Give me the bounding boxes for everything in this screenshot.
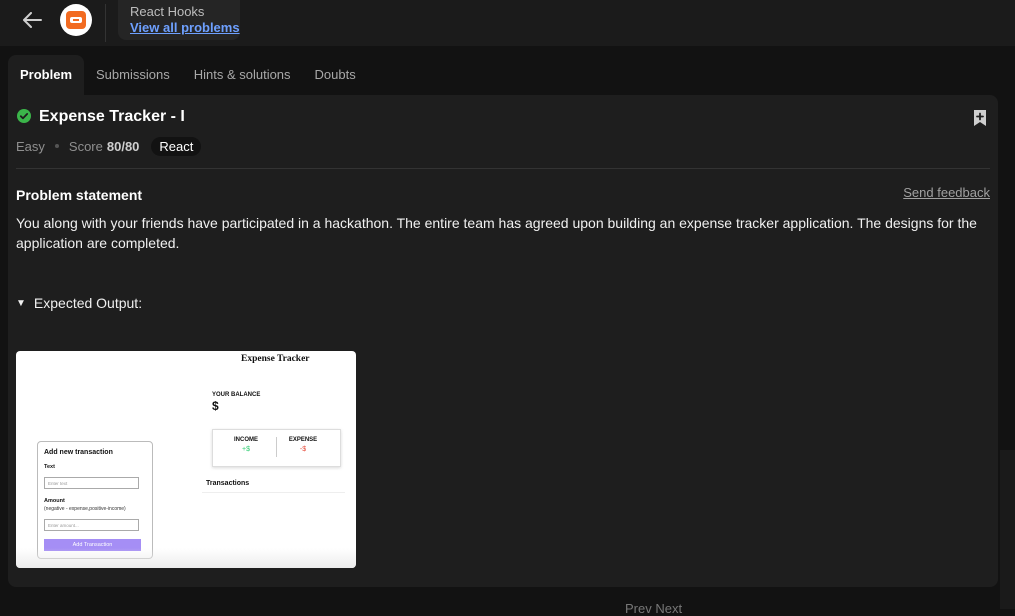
topic-tag[interactable]: React	[151, 136, 202, 156]
top-bar: React Hooks View all problems	[0, 0, 1015, 46]
score-value: 80/80	[106, 138, 140, 154]
course-title: React Hooks	[130, 4, 205, 19]
statement-text: You along with your friends have partici…	[16, 215, 977, 251]
preview-text-label: Text	[44, 464, 55, 470]
preview-expense-col: EXPENSE -$	[273, 437, 333, 453]
preview-expense-label: EXPENSE	[288, 437, 318, 443]
preview-amount-label: Amount	[44, 498, 65, 504]
expected-output-toggle[interactable]: ▼ Expected Output:	[16, 295, 142, 311]
right-scroll-strip	[1000, 450, 1015, 609]
preview-income-value: +$	[242, 446, 250, 453]
preview-app-title: Expense Tracker	[241, 354, 310, 364]
problem-tabs: Problem Submissions Hints & solutions Do…	[8, 55, 368, 95]
preview-income-expense-card: INCOME +$ EXPENSE -$	[212, 429, 341, 467]
preview-amount-hint: (negative - expense,positive-income)	[44, 506, 126, 512]
preview-add-transaction-form: Add new transaction Text Enter text Amou…	[37, 441, 153, 559]
expected-output-image: Expense Tracker YOUR BALANCE $ INCOME +$…	[16, 351, 356, 568]
preview-transactions-divider	[202, 492, 345, 493]
section-divider	[16, 168, 990, 169]
tab-hints-solutions[interactable]: Hints & solutions	[182, 55, 303, 95]
arrow-left-icon	[23, 12, 42, 28]
coding-ninjas-logo[interactable]	[60, 4, 92, 36]
back-button[interactable]	[18, 6, 46, 34]
tab-problem[interactable]: Problem	[8, 55, 85, 95]
problem-meta: Easy Score 80/80 React	[16, 136, 202, 156]
difficulty-label: Easy	[16, 138, 45, 154]
send-feedback-link[interactable]: Send feedback	[903, 185, 990, 200]
score-label: Score	[68, 138, 103, 154]
preview-text-input: Enter text	[44, 477, 139, 489]
expected-output-label: Expected Output:	[33, 295, 143, 311]
preview-balance-label: YOUR BALANCE	[212, 392, 261, 398]
meta-separator-dot	[54, 144, 59, 148]
check-circle-icon	[17, 109, 31, 123]
tab-submissions[interactable]: Submissions	[84, 55, 182, 95]
tab-doubts[interactable]: Doubts	[303, 55, 368, 95]
header-divider	[105, 4, 106, 42]
preview-balance-value: $	[212, 399, 219, 413]
preview-amount-input: Enter amount...	[44, 519, 139, 531]
preview-fade	[16, 548, 356, 568]
preview-income-label: INCOME	[234, 437, 258, 443]
bookmark-add-icon[interactable]	[972, 109, 988, 127]
statement-heading: Problem statement	[16, 187, 143, 203]
problem-title: Expense Tracker - I	[39, 108, 185, 125]
preview-income-col: INCOME +$	[216, 437, 276, 453]
problem-panel: Expense Tracker - I Easy Score 80/80 Rea…	[8, 95, 998, 587]
course-breadcrumb: React Hooks View all problems	[118, 0, 240, 40]
logo-icon	[66, 11, 86, 29]
preview-form-title: Add new transaction	[44, 449, 113, 456]
preview-transactions-heading: Transactions	[206, 480, 250, 487]
preview-expense-value: -$	[299, 446, 307, 453]
view-all-problems-link[interactable]: View all problems	[130, 20, 240, 35]
caret-down-icon: ▼	[16, 297, 26, 309]
